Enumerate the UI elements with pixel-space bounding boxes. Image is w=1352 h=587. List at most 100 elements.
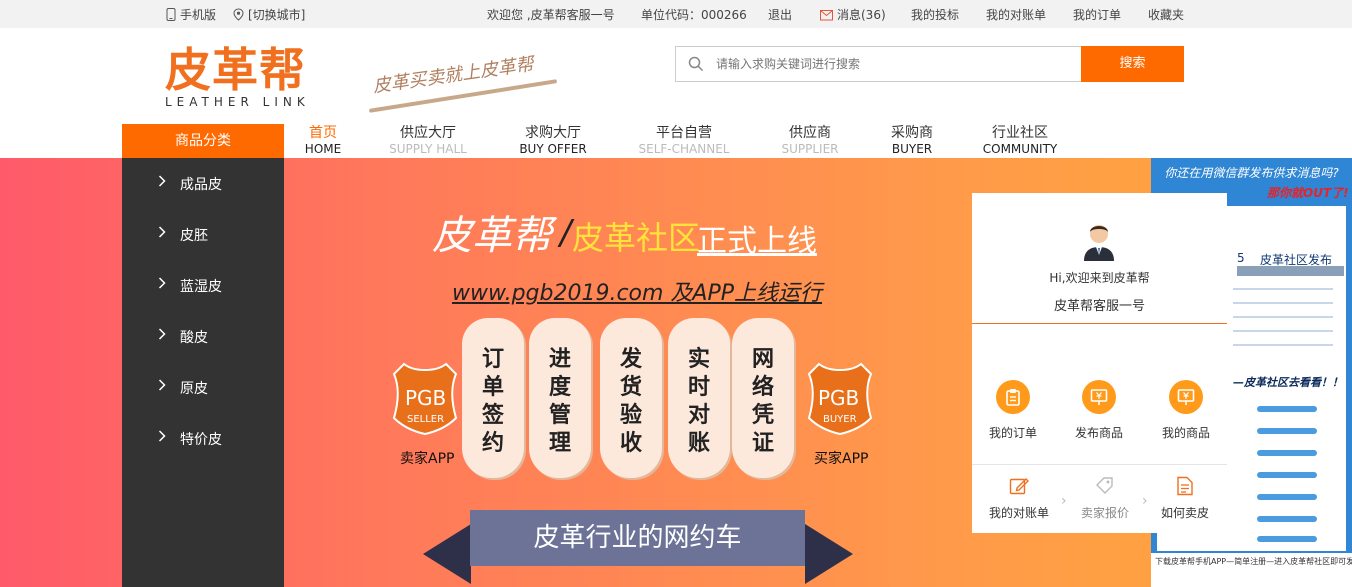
- ad-out-text: 那你就OUT了!: [1267, 186, 1349, 200]
- quick-label: 我的订单: [988, 426, 1037, 440]
- mail-icon: [820, 10, 833, 21]
- user-panel: Hi,欢迎来到皮革帮 皮革帮客服一号 我的订单 发布商品 我的商品 我的对账单: [972, 193, 1227, 533]
- sidebar-item-wet-blue[interactable]: 蓝湿皮: [122, 260, 284, 311]
- ad-column-number: 5: [1237, 251, 1245, 265]
- nav-label-en: SUPPLIER: [781, 142, 839, 156]
- nav-label-cn: 平台自营: [656, 125, 712, 141]
- tag-icon: [1096, 477, 1113, 494]
- ribbon-tail-left: [423, 524, 471, 584]
- nav-label-en: SELF-CHANNEL: [638, 142, 730, 156]
- favorites-link[interactable]: 收藏夹: [1148, 6, 1184, 23]
- nav-self-channel[interactable]: 平台自营 SELF-CHANNEL: [629, 125, 739, 157]
- nav-label-cn: 行业社区: [992, 125, 1048, 141]
- my-bids-link[interactable]: 我的投标: [911, 6, 959, 23]
- nav-community[interactable]: 行业社区 COMMUNITY: [965, 125, 1075, 157]
- feature-text: 发货验收: [619, 347, 642, 456]
- ribbon-tail-right: [805, 524, 853, 584]
- search-box: [675, 46, 1081, 82]
- messages-link[interactable]: 消息(36): [820, 6, 886, 23]
- chevron-right-icon: [158, 328, 166, 340]
- user-name: 皮革帮客服一号: [1053, 299, 1145, 314]
- slogan: 皮革买卖就上皮革帮: [371, 53, 535, 98]
- banner-title: 皮革帮: [432, 213, 552, 259]
- nav-home[interactable]: 首页 HOME: [268, 125, 378, 157]
- buyer-app-caption: 买家APP: [814, 451, 869, 467]
- step-label: 卖家报价: [1080, 506, 1129, 520]
- nav-label-cn: 求购大厅: [525, 125, 581, 141]
- nav-label-cn: 采购商: [891, 125, 933, 141]
- mobile-link[interactable]: 手机版: [166, 6, 216, 23]
- ad-flow-node: [1257, 406, 1317, 412]
- step-how-to-sell[interactable]: 如何卖皮: [1145, 476, 1225, 521]
- sidebar-item-raw-hide[interactable]: 原皮: [122, 362, 284, 413]
- city-switch[interactable]: [切换城市]: [233, 6, 305, 23]
- quick-my-orders[interactable]: 我的订单: [973, 380, 1053, 441]
- sidebar-item-label: 蓝湿皮: [180, 279, 222, 295]
- category-menu-head[interactable]: 商品分类: [122, 124, 284, 158]
- ad-headline: 你还在用微信群发布供求消息吗?: [1164, 166, 1339, 180]
- ad-row: [1233, 330, 1333, 332]
- sidebar-item-label: 原皮: [180, 381, 208, 397]
- top-bar: 手机版 [切换城市] 欢迎您 ,皮革帮客服一号 单位代码：000266 退出 消…: [0, 0, 1352, 28]
- my-orders-link[interactable]: 我的订单: [1073, 6, 1121, 23]
- nav-label-cn: 供应商: [789, 125, 831, 141]
- ad-column-bar: [1237, 266, 1344, 276]
- seller-badge-top: PGB: [405, 386, 447, 410]
- quick-label: 发布商品: [1074, 426, 1123, 440]
- hero-banner[interactable]: 成品皮 皮胚 蓝湿皮 酸皮 原皮 特价皮 皮革帮 / 皮革社区 正式上线 www…: [0, 158, 1352, 587]
- nav-label-cn: 供应大厅: [400, 125, 456, 141]
- mobile-label: 手机版: [180, 8, 217, 22]
- logout-link[interactable]: 退出: [768, 6, 792, 23]
- location-pin-icon: [233, 8, 244, 21]
- search-button[interactable]: 搜索: [1081, 46, 1184, 82]
- seller-app-caption: 卖家APP: [400, 451, 455, 467]
- quick-my-goods[interactable]: 我的商品: [1146, 380, 1226, 441]
- quick-publish-goods[interactable]: 发布商品: [1059, 380, 1139, 441]
- step-seller-quote[interactable]: 卖家报价: [1065, 476, 1145, 521]
- ad-flow-node: [1257, 428, 1317, 434]
- sidebar-item-label: 皮胚: [180, 228, 208, 244]
- step-my-statement[interactable]: 我的对账单: [979, 476, 1059, 521]
- my-statements-link[interactable]: 我的对账单: [986, 6, 1046, 23]
- nav-supply-hall[interactable]: 供应大厅 SUPPLY HALL: [373, 125, 483, 157]
- document-icon: [1177, 476, 1193, 496]
- quick-label: 我的商品: [1161, 426, 1210, 440]
- feature-text: 实时对账: [687, 347, 710, 456]
- ad-flow-node: [1257, 536, 1317, 542]
- feature-card: 网络凭证: [732, 318, 794, 478]
- nav-label-en: BUY OFFER: [519, 142, 587, 156]
- divider: [972, 464, 1227, 465]
- sidebar-item-finished-leather[interactable]: 成品皮: [122, 158, 284, 209]
- chevron-right-icon: [158, 277, 166, 289]
- feature-card: 进度管理: [529, 318, 591, 478]
- feature-text: 网络凭证: [751, 347, 774, 456]
- search-input[interactable]: [716, 53, 1066, 75]
- sidebar-item-crust[interactable]: 皮胚: [122, 209, 284, 260]
- avatar[interactable]: [1082, 219, 1116, 261]
- nav-label-cn: 首页: [309, 125, 337, 141]
- ad-flow-node: [1257, 472, 1317, 478]
- sidebar-item-label: 酸皮: [180, 330, 208, 346]
- divider: [972, 323, 1227, 324]
- sidebar-item-label: 成品皮: [180, 177, 222, 193]
- nav-buy-offer[interactable]: 求购大厅 BUY OFFER: [498, 125, 608, 157]
- step-label: 如何卖皮: [1160, 506, 1209, 520]
- logo-text-en: LEATHER LINK: [165, 95, 310, 109]
- clipboard-icon: [1006, 389, 1020, 406]
- nav-buyer[interactable]: 采购商 BUYER: [857, 125, 967, 157]
- yen-card-icon: [1177, 389, 1195, 405]
- feature-card: 订单签约: [462, 318, 524, 478]
- feature-card: 发货验收: [600, 318, 662, 478]
- sidebar-item-special-offer[interactable]: 特价皮: [122, 413, 284, 464]
- quick-icon-bg: [1082, 380, 1116, 414]
- feature-text: 进度管理: [548, 347, 571, 456]
- nav-supplier[interactable]: 供应商 SUPPLIER: [755, 125, 865, 157]
- nav-label-en: HOME: [304, 142, 342, 156]
- sidebar-item-pickled[interactable]: 酸皮: [122, 311, 284, 362]
- quick-icon-bg: [1169, 380, 1203, 414]
- chevron-right-icon: [158, 379, 166, 391]
- messages-label: 消息(36): [837, 8, 886, 22]
- ad-row: [1233, 302, 1333, 304]
- main-nav: 商品分类 首页 HOME 供应大厅 SUPPLY HALL 求购大厅 BUY O…: [0, 124, 1352, 158]
- header: 皮革帮 LEATHER LINK 皮革买卖就上皮革帮 搜索: [0, 28, 1352, 124]
